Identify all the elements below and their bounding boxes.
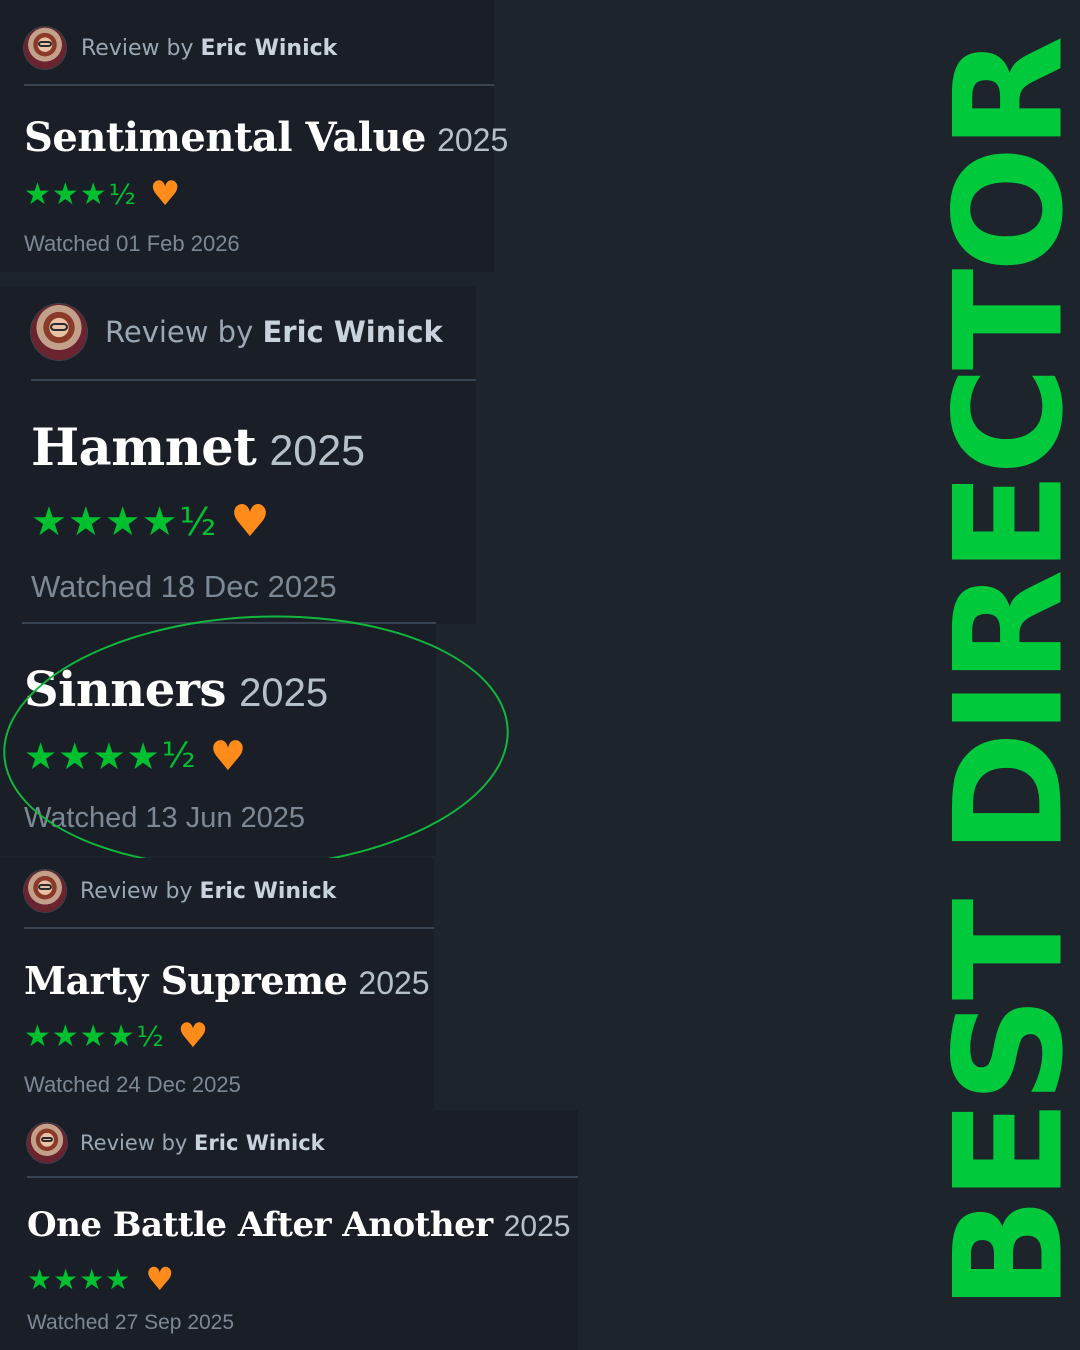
review-header: Review by Eric Winick	[31, 304, 443, 360]
star-rating: ★★★★	[24, 1018, 136, 1054]
watched-date[interactable]: Watched 13 Jun 2025	[24, 802, 305, 835]
reviewer-name-link[interactable]: Eric Winick	[199, 879, 336, 904]
review-by-text: Review by Eric Winick	[80, 878, 337, 904]
reviewer-name-link[interactable]: Eric Winick	[200, 36, 337, 61]
film-title-line: One Battle After Another 2025	[27, 1205, 570, 1245]
film-title-link[interactable]: One Battle After Another	[27, 1205, 493, 1245]
film-year[interactable]: 2025	[269, 427, 365, 475]
review-card-one-battle-after-another: Review by Eric Winick One Battle After A…	[0, 1110, 578, 1350]
review-header: Review by Eric Winick	[27, 1123, 325, 1163]
review-card-marty-supreme: Review by Eric Winick Marty Supreme 2025…	[0, 858, 434, 1118]
best-director-banner: BEST DIRECTOR	[923, 39, 1080, 1311]
film-title-line: Sinners 2025	[24, 662, 328, 718]
film-title-line: Sentimental Value 2025	[24, 114, 508, 161]
film-title-link[interactable]: Marty Supreme	[24, 958, 348, 1003]
rating-row: ★★★★ ♥	[27, 1260, 174, 1298]
review-by-text: Review by Eric Winick	[105, 315, 443, 349]
film-title-line: Marty Supreme 2025	[24, 958, 430, 1003]
heart-icon: ♥	[230, 496, 270, 547]
reviewer-avatar[interactable]	[27, 1123, 67, 1163]
watched-date[interactable]: Watched 27 Sep 2025	[27, 1311, 234, 1335]
half-star: ½	[108, 177, 136, 211]
film-title-link[interactable]: Sinners	[24, 662, 227, 718]
reviewer-name-link[interactable]: Eric Winick	[194, 1131, 325, 1155]
film-year[interactable]: 2025	[504, 1210, 571, 1243]
rating-row: ★★★★ ½ ♥	[24, 1016, 208, 1056]
reviewer-avatar[interactable]	[24, 870, 66, 912]
film-year[interactable]: 2025	[358, 965, 429, 1001]
reviewer-name-link[interactable]: Eric Winick	[262, 315, 442, 349]
divider	[31, 379, 476, 381]
review-header: Review by Eric Winick	[24, 27, 337, 69]
half-star: ½	[161, 736, 196, 776]
heart-icon: ♥	[145, 1260, 175, 1298]
review-by-text: Review by Eric Winick	[80, 1131, 325, 1155]
heart-icon: ♥	[209, 732, 247, 780]
divider	[27, 1176, 578, 1178]
divider	[24, 927, 434, 929]
review-header: Review by Eric Winick	[24, 870, 336, 912]
star-rating: ★★★★	[27, 1262, 132, 1296]
rating-row: ★★★★ ½ ♥	[31, 496, 270, 547]
rating-row: ★★★★ ½ ♥	[24, 732, 246, 780]
watched-date[interactable]: Watched 18 Dec 2025	[31, 569, 337, 605]
review-card-hamnet: Review by Eric Winick Hamnet 2025 ★★★★ ½…	[0, 286, 476, 624]
star-rating: ★★★★	[24, 734, 161, 778]
half-star: ½	[136, 1019, 164, 1053]
rating-row: ★★★ ½ ♥	[24, 174, 180, 214]
heart-icon: ♥	[177, 1016, 209, 1056]
watched-date[interactable]: Watched 24 Dec 2025	[24, 1072, 241, 1098]
review-card-sinners: Sinners 2025 ★★★★ ½ ♥ Watched 13 Jun 202…	[0, 624, 436, 856]
star-rating: ★★★	[24, 176, 108, 212]
heart-icon: ♥	[149, 174, 181, 214]
divider	[24, 84, 494, 86]
film-title-link[interactable]: Sentimental Value	[24, 114, 426, 161]
film-year[interactable]: 2025	[239, 671, 328, 715]
half-star: ½	[179, 499, 217, 544]
watched-date[interactable]: Watched 01 Feb 2026	[24, 231, 240, 257]
reviewer-avatar[interactable]	[24, 27, 66, 69]
film-title-link[interactable]: Hamnet	[31, 418, 257, 478]
film-title-line: Hamnet 2025	[31, 418, 365, 478]
reviewer-avatar[interactable]	[31, 304, 87, 360]
review-by-text: Review by Eric Winick	[81, 35, 338, 61]
film-year[interactable]: 2025	[437, 122, 508, 158]
star-rating: ★★★★	[31, 498, 179, 545]
review-card-sentimental-value: Review by Eric Winick Sentimental Value …	[0, 0, 508, 272]
